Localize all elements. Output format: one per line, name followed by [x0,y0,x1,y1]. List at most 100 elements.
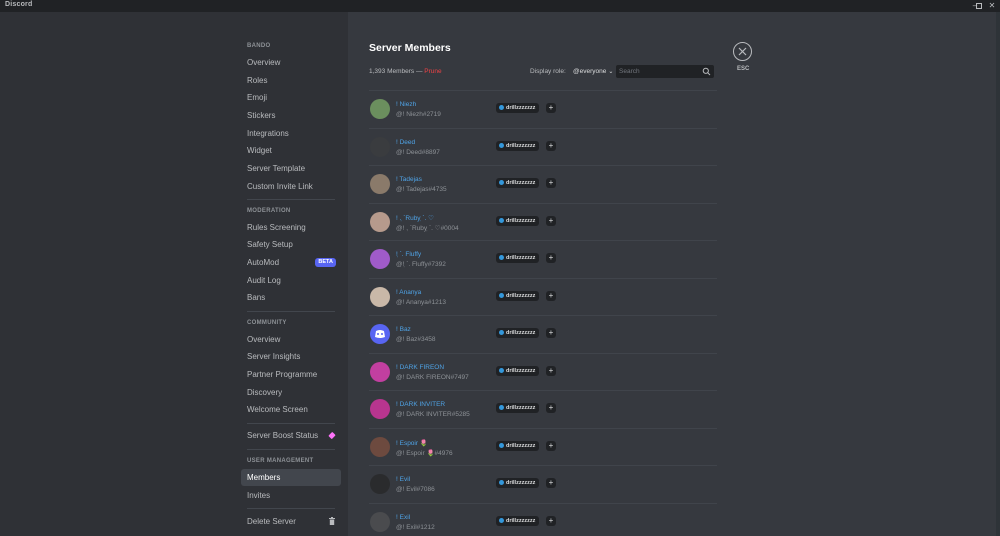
sidebar-item-invites[interactable]: Invites [241,487,341,504]
maximize-icon[interactable] [973,0,985,12]
add-role-button[interactable]: + [546,515,556,526]
sidebar-item-server-insights[interactable]: Server Insights [241,348,341,365]
member-row[interactable]: ! Baz @! Baz#3458 drillzzzzzzz + [369,315,717,353]
avatar[interactable] [370,211,390,232]
member-row[interactable]: ! Exil @! Exil#1212 drillzzzzzzz + [369,502,717,536]
sidebar-item-safety-setup[interactable]: Safety Setup [241,236,341,253]
role-color-dot [499,442,504,448]
role-pill[interactable]: drillzzzzzzz [496,253,540,263]
display-role-label: Display role: [530,68,566,75]
avatar[interactable] [370,474,390,494]
add-role-button[interactable]: + [546,478,556,488]
add-role-button[interactable]: + [546,328,556,338]
add-role-button[interactable]: + [546,253,556,263]
role-name: drillzzzzzzz [506,105,536,111]
title-bar: Discord – ✕ [0,0,1000,12]
member-row[interactable]: ! Tadejas @! Tadejas#4735 drillzzzzzzz + [369,165,717,203]
role-name: drillzzzzzzz [506,480,536,486]
member-tag: @! Deed#8897 [396,148,440,156]
search-box[interactable] [616,65,714,78]
member-tag: @! Baz#3458 [396,336,436,343]
role-pill[interactable]: drillzzzzzzz [496,365,540,376]
avatar[interactable] [370,436,390,457]
add-role-button[interactable]: + [546,440,556,451]
boost-icon [328,431,336,440]
display-role-select[interactable]: @everyone ⌄ [573,68,613,75]
sidebar-item-integrations[interactable]: Integrations [241,125,341,142]
member-tag: @! Ananya#1213 [396,298,446,306]
member-row[interactable]: ! . ̣`Ruby ̣`. ♡ @! . ̣`Ruby ̣`. ♡#0004 dr… [369,202,717,241]
role-color-dot [499,405,504,410]
avatar[interactable] [370,361,390,382]
sidebar-item-overview[interactable]: Overview [241,54,341,71]
role-pill[interactable]: drillzzzzzzz [496,328,540,338]
trash-icon [329,517,335,525]
role-pill[interactable]: drillzzzzzzz [496,215,540,226]
avatar[interactable] [370,136,390,157]
sidebar-item-partner-programme[interactable]: Partner Programme [241,366,341,383]
sidebar-item-emoji[interactable]: Emoji [241,89,341,106]
role-pill[interactable]: drillzzzzzzz [496,515,540,526]
sidebar-item-audit-log[interactable]: Audit Log [241,272,341,289]
avatar[interactable] [370,511,390,532]
add-role-button[interactable]: + [546,290,556,301]
avatar[interactable] [370,399,390,419]
sidebar-item-automod[interactable]: Partner Programme AutoMod BETA [241,254,341,271]
sidebar-item-server-template[interactable]: Server Template [241,160,341,177]
close-button[interactable] [733,42,752,61]
avatar[interactable] [370,174,390,194]
role-pill[interactable]: drillzzzzzzz [496,403,540,413]
role-pill[interactable]: drillzzzzzzz [496,178,540,188]
avatar[interactable] [370,99,390,119]
sidebar-item-bans[interactable]: Bans [241,289,341,306]
sidebar-item-stickers[interactable]: Stickers [241,107,341,124]
member-row[interactable]: ! DARK INVITER @! DARK INVITER#5285 drillz… [369,390,717,428]
role-name: drillzzzzzzz [506,255,536,261]
search-input[interactable] [619,66,699,77]
member-tag: @! Espoir 🌷#4976 [396,449,453,457]
sidebar-item-delete-server[interactable]: Delete Server [241,513,341,530]
member-row[interactable]: ! Niezh @! Niezh#2719 drillzzzzzzz + [369,90,717,128]
sidebar-item-members[interactable]: Members [241,469,341,486]
sidebar-item-label: AutoMod [247,258,280,267]
avatar[interactable] [370,286,390,307]
scrollbar[interactable] [996,12,1000,536]
sidebar-item-rules-screening[interactable]: Rules Screening [241,219,341,236]
member-name: ! Deed [396,138,416,146]
avatar[interactable] [370,249,390,269]
member-row[interactable]: ! Deed @! Deed#8897 drillzzzzzzz + [369,127,717,166]
add-role-button[interactable]: + [546,103,556,113]
role-pill[interactable]: drillzzzzzzz [496,478,540,488]
member-row[interactable]: ! ̣`. Fluffy @! ̣`. Fluffy#7392 drillzzzzz… [369,240,717,278]
beta-badge: BETA [315,258,336,267]
sidebar-item-community-overview[interactable]: Overview [241,331,341,348]
role-pill[interactable]: drillzzzzzzz [496,440,540,451]
sidebar-item-discovery[interactable]: Discovery [241,384,341,401]
add-role-button[interactable]: + [546,215,556,226]
role-color-dot [499,180,504,185]
sidebar-item-welcome-screen[interactable]: Welcome Screen [241,401,341,418]
members-panel: Server Members 1,393 Members — Prune Dis… [348,12,1000,536]
role-pill[interactable]: drillzzzzzzz [496,290,540,301]
sidebar-item-custom-invite-link[interactable]: Custom Invite Link [241,178,341,195]
member-row[interactable]: ! DARK FIREON @! DARK FIREON#7497 drillzzz… [369,352,717,391]
sidebar-item-roles[interactable]: Roles [241,72,341,89]
sidebar-item-widget[interactable]: Widget [241,142,341,159]
add-role-button[interactable]: + [546,365,556,376]
sidebar-item-server-boost-status[interactable]: Server Boost Status [241,427,341,444]
member-tag: @! DARK INVITER#5285 [396,411,470,418]
prune-link[interactable]: Prune [424,68,441,75]
close-window-icon[interactable]: ✕ [986,0,998,12]
member-row[interactable]: ! Ananya @! Ananya#1213 drillzzzzzzz + [369,277,717,316]
member-row[interactable]: ! Evil @! Evil#7086 drillzzzzzzz + [369,465,717,503]
add-role-button[interactable]: + [546,178,556,188]
add-role-button[interactable]: + [546,403,556,413]
role-pill[interactable]: drillzzzzzzz [496,103,540,113]
member-row[interactable]: ! Espoir 🌷 @! Espoir 🌷#4976 drillzzzzzzz + [369,427,717,466]
role-color-dot [499,330,504,335]
divider [247,311,335,312]
role-pill[interactable]: drillzzzzzzz [496,140,540,151]
esc-label: ESC [737,66,750,72]
avatar[interactable] [370,324,390,344]
add-role-button[interactable]: + [546,140,556,151]
